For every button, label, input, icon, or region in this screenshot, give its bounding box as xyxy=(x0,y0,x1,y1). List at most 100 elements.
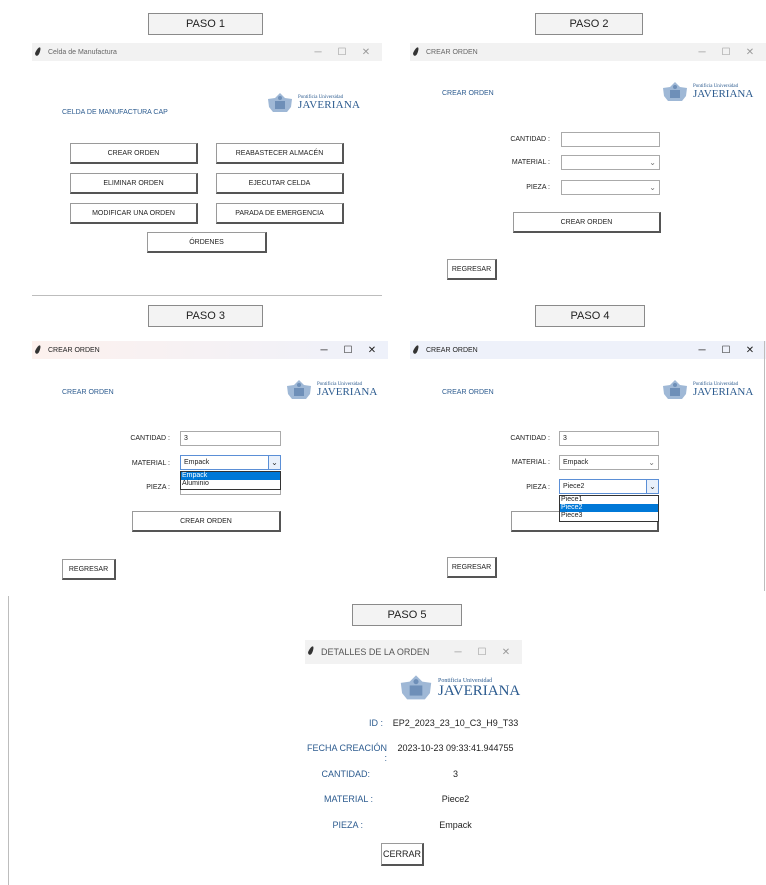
main-menu-window: Celda de Manufactura ─ ☐ ✕ CELDA DE MANU… xyxy=(32,43,382,295)
modificar-orden-button[interactable]: MODIFICAR UNA ORDEN xyxy=(70,203,198,224)
regresar-button[interactable]: REGRESAR xyxy=(62,559,116,580)
dropdown-option-piece2[interactable]: Piece2 xyxy=(560,504,658,512)
material-select[interactable]: Empack ⌄ xyxy=(559,455,659,470)
feather-icon xyxy=(34,344,42,355)
javeriana-crest-icon xyxy=(660,379,690,401)
close-icon[interactable]: ✕ xyxy=(360,345,384,356)
javeriana-logo: Pontificia Universidad JAVERIANA xyxy=(284,379,377,401)
material-label: MATERIAL : xyxy=(131,460,170,467)
close-icon[interactable]: ✕ xyxy=(738,345,762,356)
logo-line-2: JAVERIANA xyxy=(298,99,361,111)
material-dropdown-list: Empack Aluminio xyxy=(180,471,281,490)
regresar-button[interactable]: REGRESAR xyxy=(447,557,497,578)
step-label-1: PASO 1 xyxy=(148,13,263,35)
pieza-select[interactable]: Piece2 ⌄ xyxy=(559,479,659,494)
chevron-down-icon: ⌄ xyxy=(649,183,656,192)
material-label: MATERIAL : xyxy=(511,459,550,466)
window-border xyxy=(764,341,765,591)
javeriana-crest-icon xyxy=(284,379,314,401)
close-icon[interactable]: ✕ xyxy=(354,47,378,58)
fecha-creacion-value: 2023-10-23 09:33:41.944755 xyxy=(397,743,514,753)
form-heading: CREAR ORDEN xyxy=(442,90,494,97)
cantidad-label: CANTIDAD : xyxy=(510,435,550,442)
dropdown-option-empack[interactable]: Empack xyxy=(181,472,280,480)
maximize-icon[interactable]: ☐ xyxy=(336,345,360,356)
pieza-value: Piece2 xyxy=(563,483,585,490)
crear-orden-submit[interactable]: CREAR ORDEN xyxy=(513,212,661,233)
logo-line-2: JAVERIANA xyxy=(317,386,378,398)
ordenes-button[interactable]: ÓRDENES xyxy=(147,232,267,253)
step-label-3: PASO 3 xyxy=(148,305,263,327)
close-icon[interactable]: ✕ xyxy=(738,47,762,58)
close-icon[interactable]: ✕ xyxy=(494,647,518,658)
crear-orden-window-step4: CREAR ORDEN ─ ☐ ✕ CREAR ORDEN Pontificia… xyxy=(410,341,766,596)
maximize-icon[interactable]: ☐ xyxy=(714,345,738,356)
maximize-icon[interactable]: ☐ xyxy=(470,647,494,658)
page-left-border xyxy=(8,596,9,885)
minimize-icon[interactable]: ─ xyxy=(306,47,330,58)
window-border xyxy=(32,295,382,296)
material-select[interactable]: Empack ⌄ xyxy=(180,455,281,470)
crear-orden-button[interactable]: CREAR ORDEN xyxy=(70,143,198,164)
id-value: EP2_2023_23_10_C3_H9_T33 xyxy=(392,718,519,728)
logo-line-2: JAVERIANA xyxy=(693,88,754,100)
step-label-4: PASO 4 xyxy=(535,305,645,327)
chevron-down-icon: ⌄ xyxy=(649,158,656,167)
logo-text: Pontificia Universidad JAVERIANA xyxy=(298,95,360,111)
minimize-icon[interactable]: ─ xyxy=(690,47,714,58)
material-select[interactable]: ⌄ xyxy=(561,155,660,170)
cantidad-input[interactable]: 3 xyxy=(180,431,281,446)
window-title: Celda de Manufactura xyxy=(48,48,117,56)
cantidad-input[interactable]: 3 xyxy=(559,431,659,446)
window-controls: ─ ☐ ✕ xyxy=(690,43,762,61)
reabastecer-almacen-button[interactable]: REABASTECER ALMACÉN xyxy=(216,143,344,164)
ejecutar-celda-button[interactable]: EJECUTAR CELDA xyxy=(216,173,344,194)
pieza-dropdown-list: Piece1 Piece2 Piece3 xyxy=(559,495,659,522)
dropdown-option-aluminio[interactable]: Aluminio xyxy=(181,480,280,488)
pieza-select[interactable]: ⌄ xyxy=(561,180,660,195)
feather-icon xyxy=(34,46,42,57)
cantidad-label: CANTIDAD: xyxy=(321,769,370,779)
logo-text: Pontificia Universidad JAVERIANA xyxy=(438,678,520,699)
cerrar-button[interactable]: CERRAR xyxy=(381,843,424,866)
minimize-icon[interactable]: ─ xyxy=(446,647,470,658)
parada-emergencia-button[interactable]: PARADA DE EMERGENCIA xyxy=(216,203,344,224)
logo-line-2: JAVERIANA xyxy=(693,386,754,398)
feather-icon xyxy=(307,645,315,656)
pieza-label: PIEZA : xyxy=(526,184,550,191)
cantidad-input[interactable] xyxy=(561,132,660,147)
crear-orden-submit[interactable]: CREAR ORDEN xyxy=(132,511,281,532)
cantidad-label: CANTIDAD : xyxy=(510,136,550,143)
window-controls: ─ ☐ ✕ xyxy=(312,341,384,359)
javeriana-logo: Pontificia Universidad JAVERIANA xyxy=(660,379,753,401)
eliminar-orden-button[interactable]: ELIMINAR ORDEN xyxy=(70,173,198,194)
window-controls: ─ ☐ ✕ xyxy=(306,43,378,61)
maximize-icon[interactable]: ☐ xyxy=(330,47,354,58)
chevron-down-icon: ⌄ xyxy=(648,458,655,467)
regresar-button[interactable]: REGRESAR xyxy=(447,259,497,280)
chevron-down-icon[interactable]: ⌄ xyxy=(646,480,658,493)
minimize-icon[interactable]: ─ xyxy=(690,345,714,356)
feather-icon xyxy=(412,46,420,57)
material-label: MATERIAL : xyxy=(511,159,550,166)
title-bar: Celda de Manufactura ─ ☐ ✕ xyxy=(32,43,382,61)
window-title: CREAR ORDEN xyxy=(48,346,100,354)
dropdown-option-piece1[interactable]: Piece1 xyxy=(560,496,658,504)
maximize-icon[interactable]: ☐ xyxy=(714,47,738,58)
step-label-2: PASO 2 xyxy=(535,13,643,35)
title-bar: CREAR ORDEN ─ ☐ ✕ xyxy=(410,43,766,61)
title-bar: DETALLES DE LA ORDEN ─ ☐ ✕ xyxy=(305,640,522,664)
form-heading: CREAR ORDEN xyxy=(62,389,114,396)
javeriana-logo: Pontificia Universidad JAVERIANA xyxy=(397,674,520,702)
logo-text: Pontificia Universidad JAVERIANA xyxy=(317,382,377,398)
material-value: Empack xyxy=(563,459,589,466)
chevron-down-icon[interactable]: ⌄ xyxy=(268,456,280,469)
minimize-icon[interactable]: ─ xyxy=(312,345,336,356)
cantidad-value: 3 xyxy=(452,769,458,779)
window-controls: ─ ☐ ✕ xyxy=(690,341,762,359)
step-label-5: PASO 5 xyxy=(352,604,462,626)
crear-orden-window-step3: CREAR ORDEN ─ ☐ ✕ CREAR ORDEN Pontificia… xyxy=(32,341,388,596)
material-value: Empack xyxy=(184,459,210,466)
dropdown-option-piece3[interactable]: Piece3 xyxy=(560,512,658,520)
title-bar: CREAR ORDEN ─ ☐ ✕ xyxy=(32,341,388,359)
